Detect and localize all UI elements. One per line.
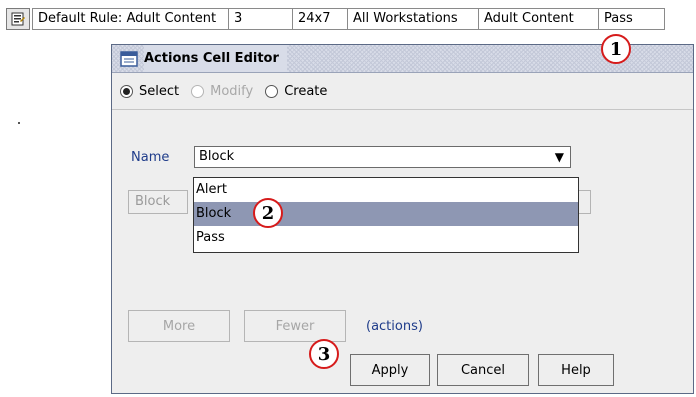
stray-dot — [18, 122, 20, 124]
rule-name-cell[interactable]: Default Rule: Adult Content — [32, 8, 229, 30]
secondary-field-edge — [579, 190, 591, 214]
radio-select[interactable]: Select — [120, 84, 179, 99]
dialog-title: Actions Cell Editor — [144, 45, 287, 72]
callout-1: 1 — [601, 34, 631, 64]
radio-create-label: Create — [284, 83, 328, 99]
dropdown-arrow-icon[interactable]: ▼ — [555, 147, 564, 167]
rule-schedule-cell[interactable]: 24x7 — [293, 8, 348, 30]
apply-button[interactable]: Apply — [350, 354, 430, 386]
more-button: More — [128, 310, 230, 342]
cancel-button[interactable]: Cancel — [437, 354, 529, 386]
name-label: Name — [131, 150, 170, 165]
radio-select-indicator[interactable] — [120, 84, 133, 98]
radio-create-indicator[interactable] — [265, 84, 279, 98]
rule-workstations-cell[interactable]: All Workstations — [348, 8, 479, 30]
actions-label: (actions) — [366, 319, 423, 334]
help-button[interactable]: Help — [538, 354, 614, 386]
callout-3: 3 — [309, 339, 339, 369]
callout-2: 2 — [253, 198, 283, 228]
fewer-button: Fewer — [244, 310, 346, 342]
radio-select-label: Select — [139, 83, 180, 99]
dropdown-option-block[interactable]: Block — [194, 202, 578, 226]
secondary-action-select: Block — [128, 190, 188, 214]
secondary-action-value: Block — [135, 194, 171, 209]
rule-row[interactable]: Default Rule: Adult Content 3 24x7 All W… — [6, 8, 665, 30]
name-dropdown-list[interactable]: Alert Block Pass — [193, 177, 579, 253]
radio-modify-indicator — [191, 84, 205, 98]
rule-edit-icon[interactable] — [6, 8, 30, 30]
actions-cell-editor-dialog: Actions Cell Editor Select Modify Create… — [111, 44, 694, 394]
dropdown-option-alert[interactable]: Alert — [194, 178, 578, 202]
rule-priority-cell[interactable]: 3 — [229, 8, 293, 30]
radio-create[interactable]: Create — [265, 84, 327, 99]
rule-action-cell[interactable]: Pass — [599, 8, 665, 30]
name-dropdown-value: Block — [199, 149, 235, 164]
radio-modify-label: Modify — [210, 83, 254, 99]
rule-category-cell[interactable]: Adult Content — [479, 8, 599, 30]
radio-modify: Modify — [191, 84, 253, 99]
window-icon — [120, 50, 138, 67]
name-dropdown[interactable]: Block ▼ — [194, 146, 571, 168]
mode-radio-group: Select Modify Create — [112, 73, 693, 110]
dropdown-option-pass[interactable]: Pass — [194, 226, 578, 250]
